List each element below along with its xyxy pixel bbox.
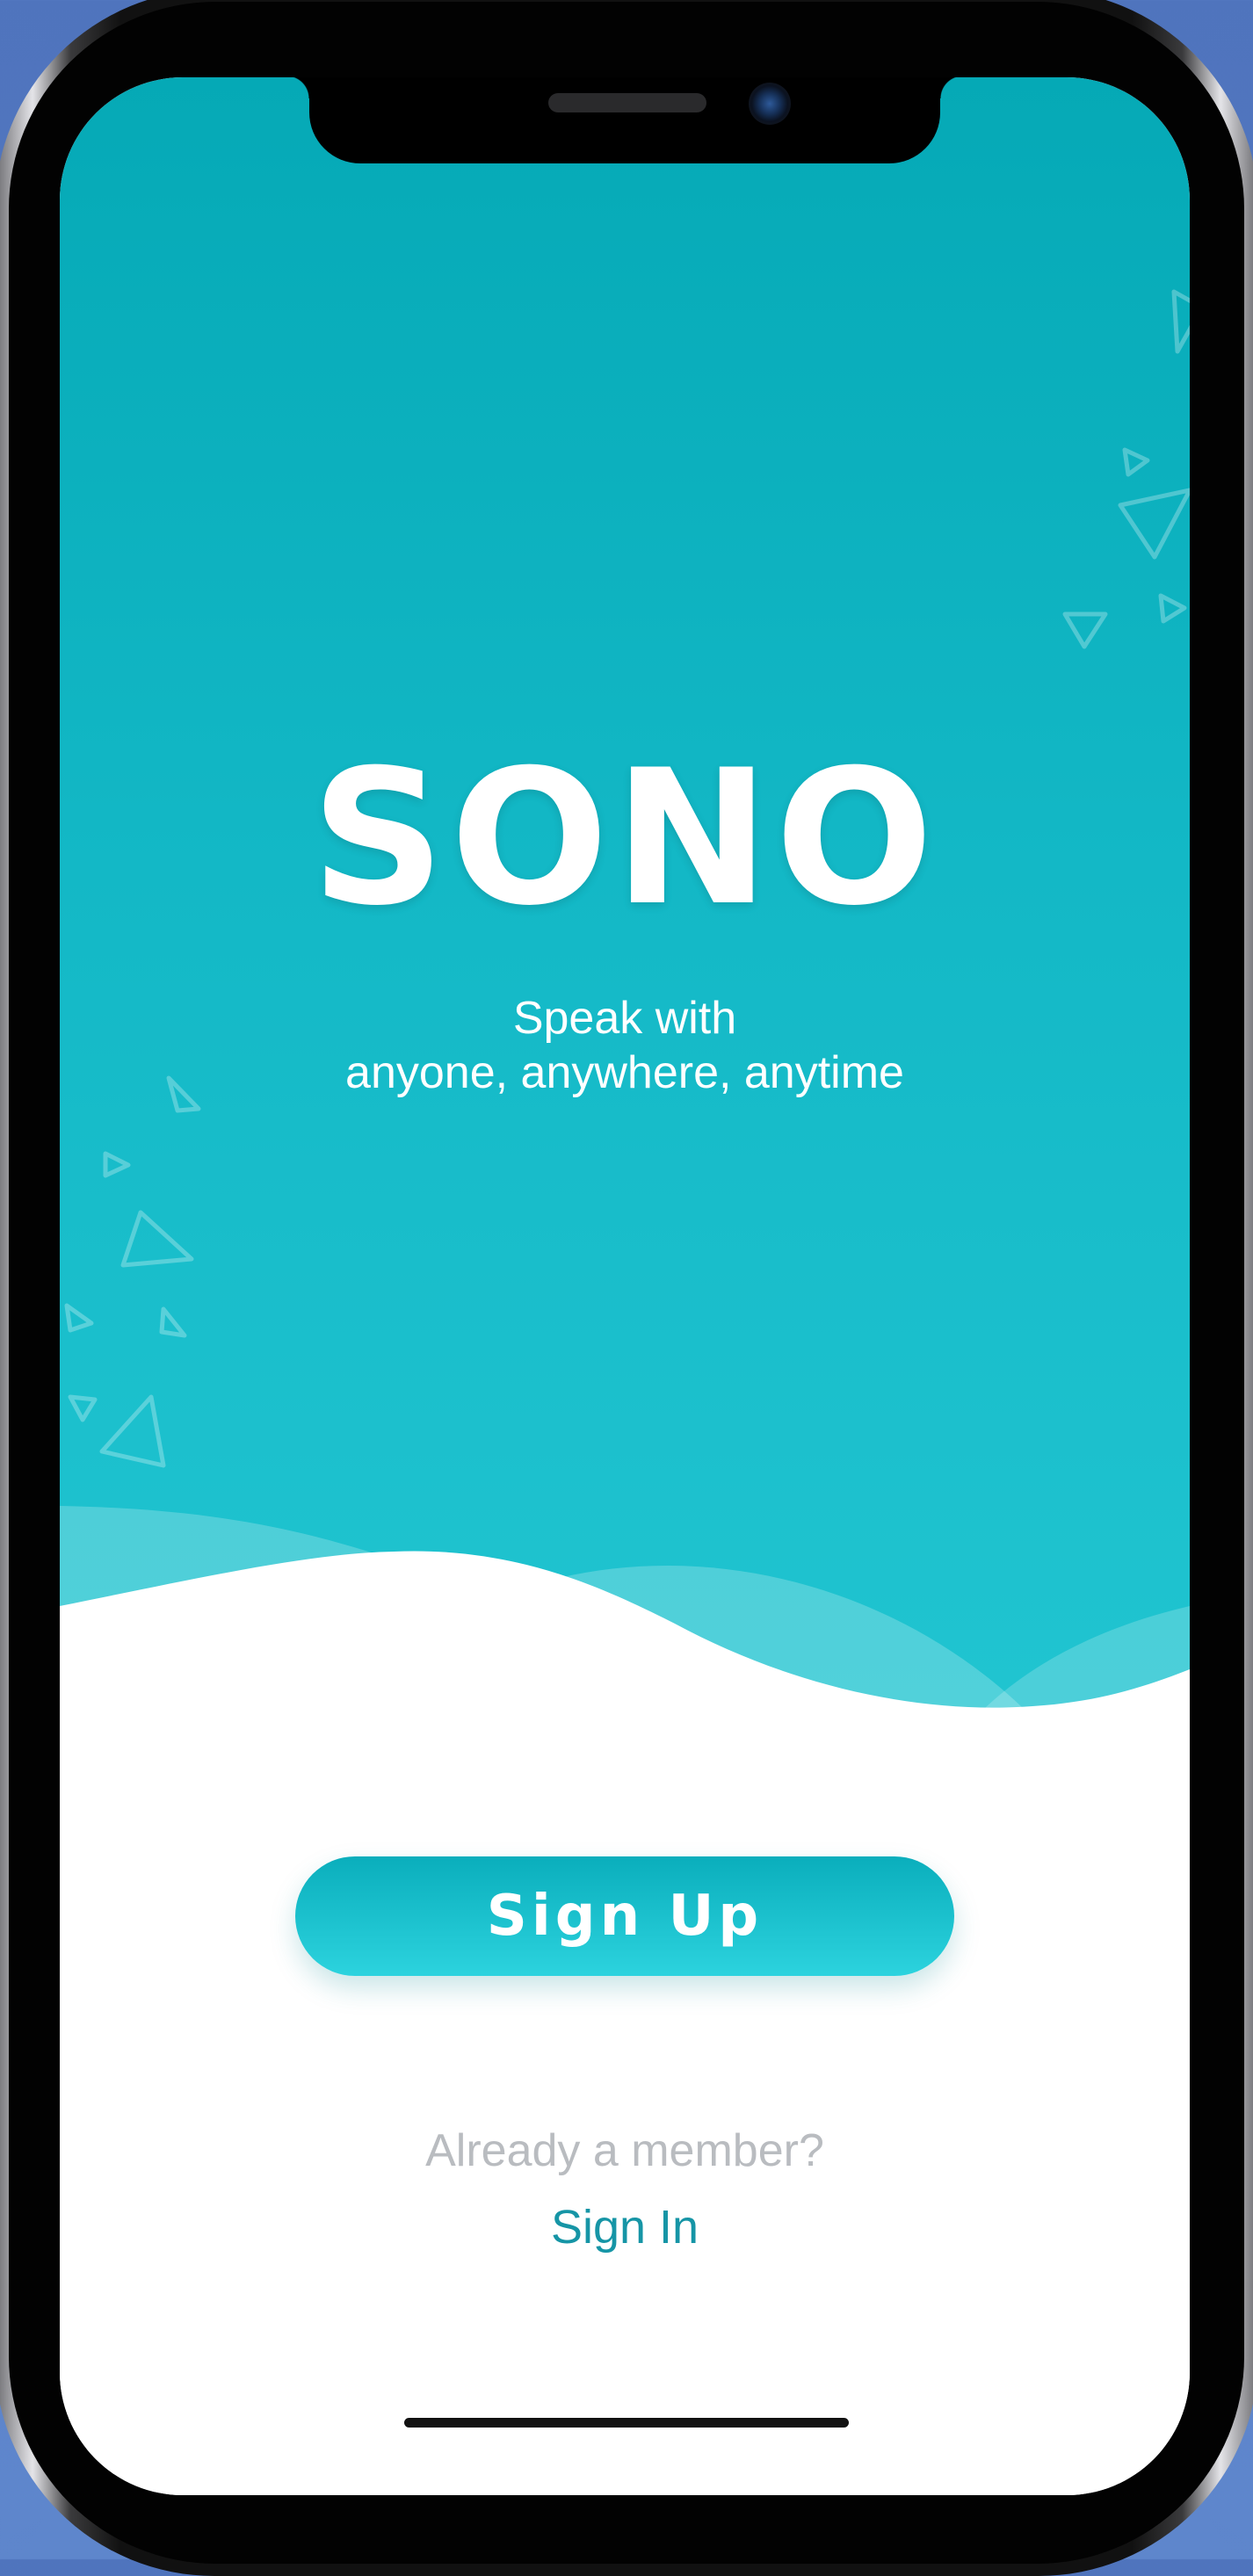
triangle-shape	[1118, 488, 1190, 560]
triangle-shape	[68, 1394, 98, 1422]
triangle-shape	[103, 1151, 131, 1178]
tagline: Speak with anyone, anywhere, anytime	[60, 991, 1190, 1100]
triangle-shape	[1122, 447, 1150, 477]
earpiece-speaker	[548, 93, 706, 112]
triangle-shape	[159, 1306, 187, 1338]
home-indicator[interactable]	[404, 2418, 849, 2428]
app-logo: SONO	[310, 729, 939, 946]
app-screen: SONO Speak with anyone, anywhere, anytim…	[60, 77, 1190, 2495]
member-prompt: Already a member?	[425, 2125, 824, 2176]
triangle-shape	[99, 1394, 166, 1468]
triangle-shape	[1158, 593, 1187, 624]
sign-in-link[interactable]: Sign In	[60, 2200, 1190, 2254]
front-camera	[749, 83, 791, 125]
triangle-shape	[1062, 611, 1108, 649]
triangle-shape	[120, 1210, 194, 1268]
tagline-line-1: Speak with	[512, 993, 737, 1044]
tagline-line-2: anyone, anywhere, anytime	[345, 1047, 904, 1098]
device-notch	[286, 77, 963, 163]
sign-up-button[interactable]: Sign Up	[295, 1856, 954, 1976]
triangle-shape	[64, 1303, 94, 1333]
triangle-shape	[1171, 289, 1190, 354]
